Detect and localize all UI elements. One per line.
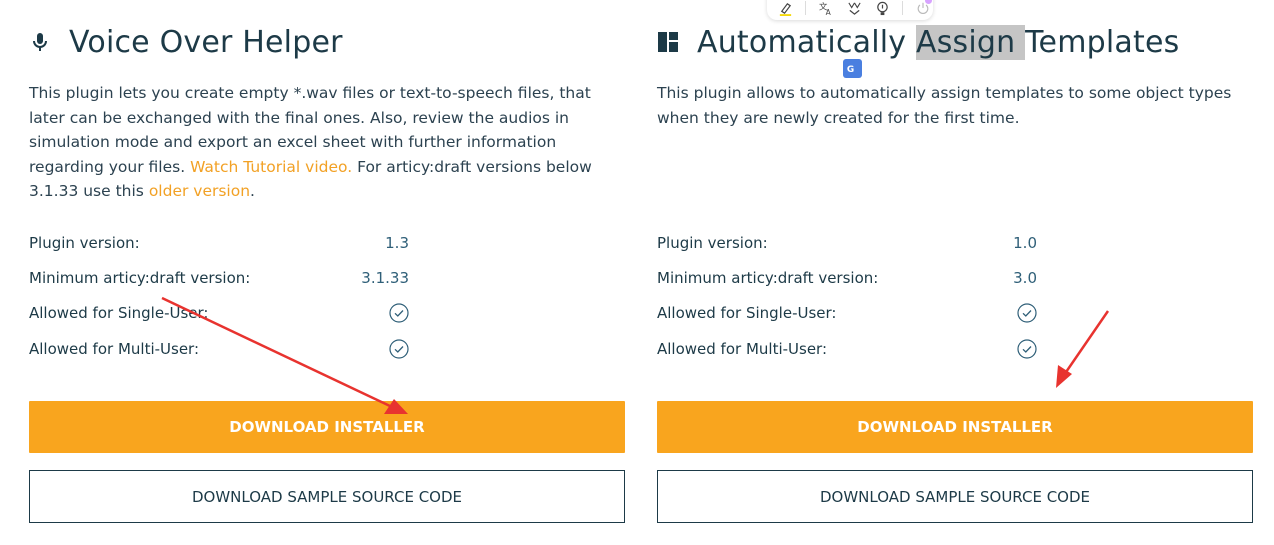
check-circle-icon [389, 303, 409, 323]
card-description: This plugin allows to automatically assi… [657, 81, 1257, 130]
highlighter-icon[interactable] [777, 0, 793, 16]
title-text: Templates [1025, 24, 1180, 60]
spec-value: 3.0 [1013, 269, 1037, 287]
selection-toolbar: 文A [767, 0, 933, 20]
download-source-button[interactable]: DOWNLOAD SAMPLE SOURCE CODE [29, 470, 625, 523]
card-title: Voice Over Helper [69, 24, 343, 60]
watch-tutorial-link[interactable]: Watch Tutorial video. [190, 158, 352, 176]
spec-label: Plugin version: [657, 234, 768, 252]
check-circle-icon [1017, 303, 1037, 323]
card-title-row: Automatically Assign Templates [657, 22, 1179, 62]
description-text: This plugin allows to automatically assi… [657, 84, 1232, 127]
card-title-row: Voice Over Helper [29, 22, 343, 62]
spec-min-version: Minimum articy:draft version: 3.1.33 [29, 269, 409, 291]
card-description: This plugin lets you create empty *.wav … [29, 81, 629, 204]
title-text: Automatically [697, 24, 916, 60]
translate-icon[interactable]: 文A [818, 0, 834, 16]
spec-multi-user: Allowed for Multi-User: [657, 339, 1037, 362]
spec-plugin-version: Plugin version: 1.3 [29, 234, 409, 256]
spec-label: Minimum articy:draft version: [657, 269, 879, 287]
annotation-arrow-right [1056, 310, 1110, 388]
spec-multi-user: Allowed for Multi-User: [29, 339, 409, 362]
title-selected-text: Assign [916, 24, 1026, 60]
download-source-button[interactable]: DOWNLOAD SAMPLE SOURCE CODE [657, 470, 1253, 523]
dashboard-icon [657, 31, 679, 53]
spec-label: Allowed for Single-User: [29, 304, 209, 322]
spec-label: Allowed for Multi-User: [657, 340, 828, 358]
description-text: . [250, 182, 255, 200]
spec-plugin-version: Plugin version: 1.0 [657, 234, 1037, 256]
microphone-icon [29, 31, 51, 53]
older-version-link[interactable]: older version [149, 182, 250, 200]
toolbar-divider [805, 1, 806, 15]
check-circle-icon [389, 339, 409, 359]
card-title: Automatically Assign Templates [697, 24, 1180, 60]
spec-single-user: Allowed for Single-User: [29, 303, 409, 326]
spec-value: 3.1.33 [361, 269, 409, 287]
svg-text:A: A [825, 8, 831, 16]
spec-min-version: Minimum articy:draft version: 3.0 [657, 269, 1037, 291]
spec-single-user: Allowed for Single-User: [657, 303, 1037, 326]
spec-label: Allowed for Single-User: [657, 304, 837, 322]
download-installer-button[interactable]: DOWNLOAD INSTALLER [657, 401, 1253, 453]
spec-value: 1.0 [1013, 234, 1037, 252]
spec-label: Minimum articy:draft version: [29, 269, 251, 287]
check-circle-icon [1017, 339, 1037, 359]
spec-value: 1.3 [385, 234, 409, 252]
download-installer-button[interactable]: DOWNLOAD INSTALLER [29, 401, 625, 453]
spec-label: Plugin version: [29, 234, 140, 252]
summarize-icon[interactable] [846, 0, 862, 16]
toolbar-divider [902, 1, 903, 15]
svg-text:G: G [847, 65, 854, 75]
spec-label: Allowed for Multi-User: [29, 340, 200, 358]
explain-icon[interactable] [874, 0, 890, 16]
